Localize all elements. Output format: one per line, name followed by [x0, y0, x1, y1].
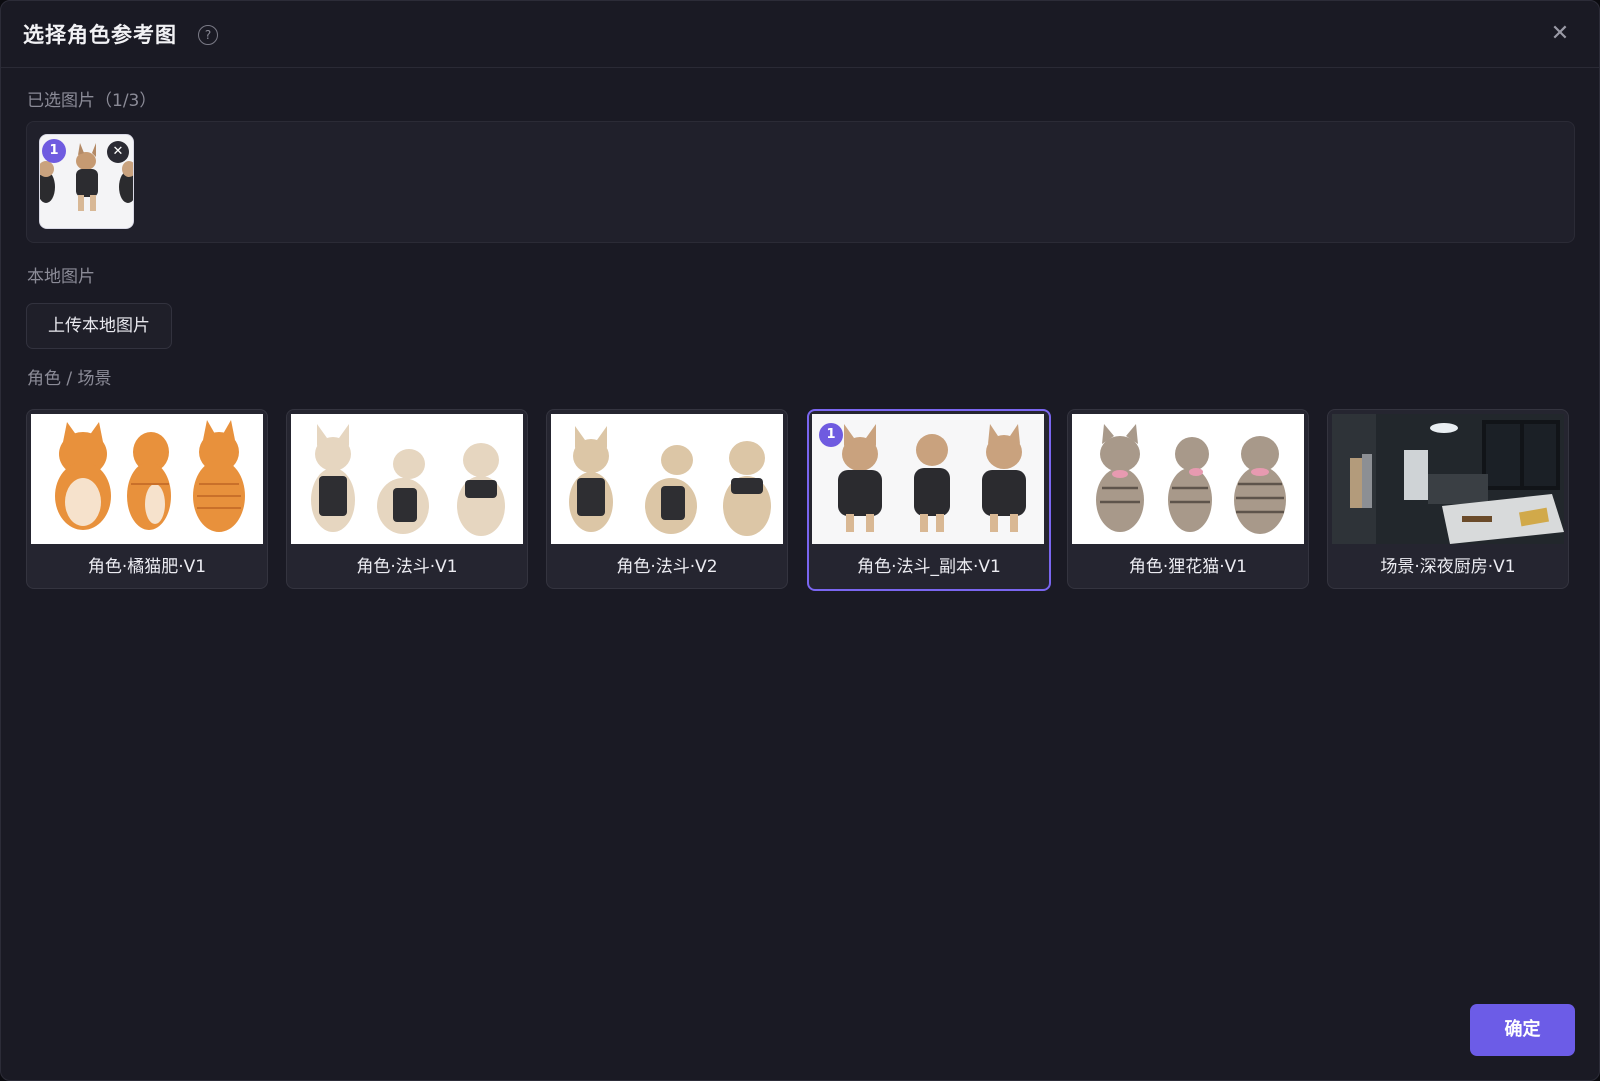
local-images-label: 本地图片 — [27, 267, 95, 287]
selected-images-tray: 1 ✕ — [26, 121, 1575, 243]
orange-cat-thumbnail — [31, 414, 263, 544]
selected-images-label: 已选图片（1/3） — [27, 91, 157, 111]
library-card[interactable]: 角色·法斗·V1 — [286, 409, 528, 589]
library-card-label: 场景·深夜厨房·V1 — [1380, 557, 1516, 577]
library-card[interactable]: 角色·法斗·V2 — [546, 409, 788, 589]
close-icon[interactable]: ✕ — [1547, 21, 1573, 47]
library-card-label: 角色·橘猫肥·V1 — [87, 557, 207, 577]
remove-selected-icon[interactable]: ✕ — [107, 141, 129, 163]
selected-thumbnail[interactable]: 1 ✕ — [39, 134, 134, 229]
dialog-header: 选择角色参考图 ? ✕ — [1, 1, 1599, 68]
french-bulldog-v2-thumbnail — [551, 414, 783, 544]
library-card[interactable]: 角色·狸花猫·V1 — [1067, 409, 1309, 589]
french-bulldog-copy-thumbnail — [812, 414, 1044, 544]
library-card-label: 角色·法斗·V1 — [356, 557, 458, 577]
reference-image-dialog: 选择角色参考图 ? ✕ 已选图片（1/3） 1 ✕ 本地图片 上传本地图片 角色… — [0, 0, 1600, 1081]
library-card-label: 角色·法斗_副本·V1 — [857, 557, 1001, 577]
confirm-button[interactable]: 确定 — [1470, 1004, 1575, 1056]
dialog-title: 选择角色参考图 — [23, 23, 177, 47]
library-card-selected[interactable]: 1 角色·法斗_副本·V1 — [807, 409, 1051, 591]
selection-order-badge: 1 — [42, 139, 66, 163]
kitchen-scene-thumbnail — [1332, 414, 1564, 544]
tabby-cat-thumbnail — [1072, 414, 1304, 544]
library-card-label: 角色·法斗·V2 — [616, 557, 718, 577]
selection-order-badge: 1 — [819, 423, 843, 447]
library-label: 角色 / 场景 — [27, 369, 112, 389]
library-card-label: 角色·狸花猫·V1 — [1128, 557, 1248, 577]
library-card[interactable]: 场景·深夜厨房·V1 — [1327, 409, 1569, 589]
question-circle-icon[interactable]: ? — [198, 25, 218, 45]
upload-local-image-button[interactable]: 上传本地图片 — [26, 303, 172, 349]
library-card[interactable]: 角色·橘猫肥·V1 — [26, 409, 268, 589]
french-bulldog-v1-thumbnail — [291, 414, 523, 544]
